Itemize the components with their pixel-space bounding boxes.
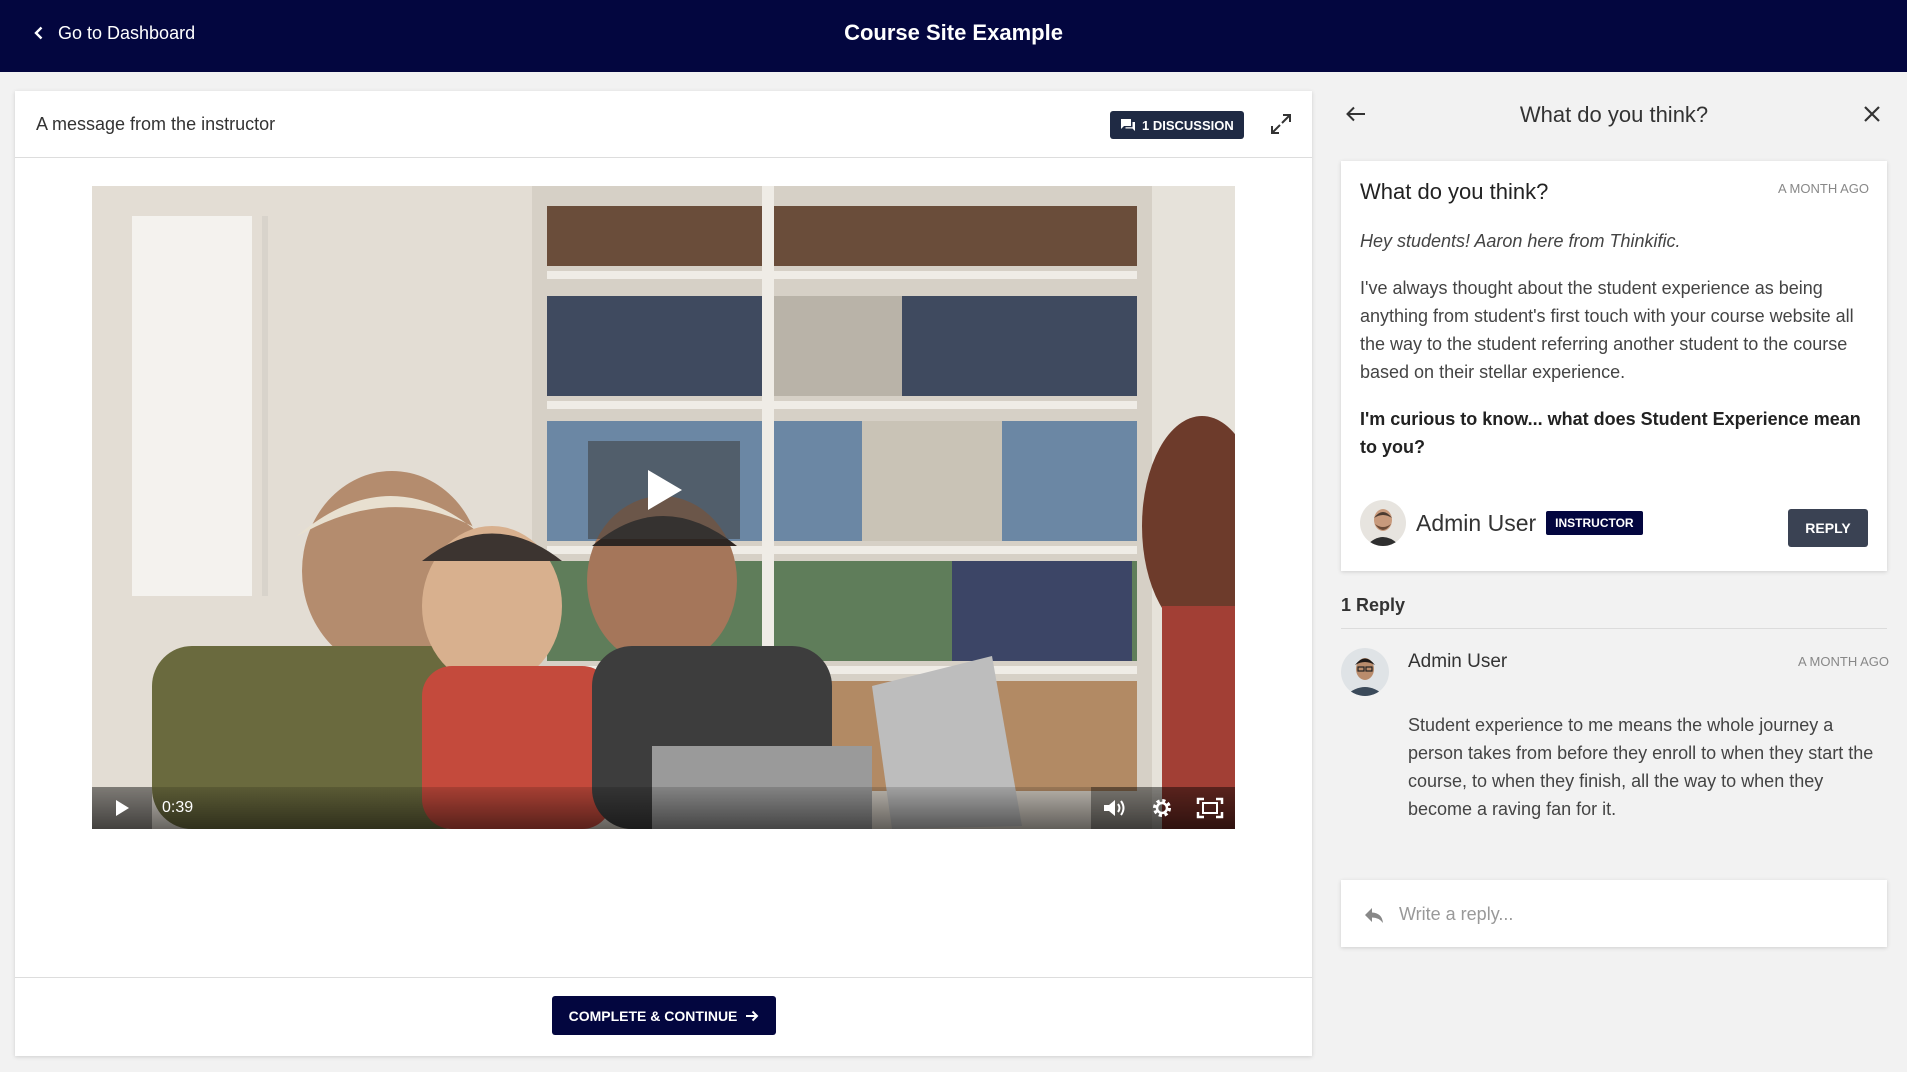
reply-count: 1 Reply [1341,595,1406,615]
reply-item: Admin User A MONTH AGO Student experienc… [1341,645,1889,845]
instructor-badge: INSTRUCTOR [1546,511,1643,535]
avatar [1360,500,1406,546]
video-current-time: 0:39 [162,799,194,816]
post-intro-text: Hey students! Aaron here from Thinkific. [1360,231,1681,251]
video-player[interactable]: 0:39 [92,186,1235,829]
lesson-panel: A message from the instructor 1 DISCUSSI… [15,91,1312,1056]
reply-input[interactable] [1397,892,1861,936]
complete-and-continue-label: COMPLETE & CONTINUE [568,1007,738,1024]
big-play-button[interactable] [588,441,740,539]
reply-arrow-icon [1365,908,1383,923]
site-title: Course Site Example [844,20,1063,45]
discussion-panel-title: What do you think? [1519,102,1709,127]
post-timestamp: A MONTH AGO [1777,181,1869,196]
lesson-footer: COMPLETE & CONTINUE [15,977,1312,1056]
video-controls-bar: 0:39 [92,787,1235,829]
arrow-right-icon [746,1010,759,1021]
reply-author-name: Admin User [1408,651,1508,672]
video-play-button[interactable] [92,787,152,829]
discussion-count-label: 1 DISCUSSION [1142,117,1234,133]
fullscreen-icon[interactable] [1196,797,1224,819]
expand-icon[interactable] [1268,111,1294,137]
post-body: Hey students! Aaron here from Thinkific.… [1360,227,1870,480]
reply-text: Student experience to me means the whole… [1408,715,1874,819]
post-author-name: Admin User [1416,509,1537,536]
lesson-title: A message from the instructor [36,114,276,134]
video-right-controls [1091,787,1235,829]
discussion-post-card: What do you think? A MONTH AGO Hey stude… [1341,161,1887,571]
close-icon[interactable] [1860,102,1884,126]
post-author: Admin User INSTRUCTOR [1360,499,1643,547]
post-title: What do you think? [1360,179,1549,204]
avatar [1341,648,1389,696]
reply-timestamp: A MONTH AGO [1797,654,1889,669]
chat-bubble-icon [1121,119,1135,131]
settings-gear-icon[interactable] [1150,796,1174,820]
post-question-text: I'm curious to know... what does Student… [1360,409,1861,457]
divider [1341,628,1887,629]
complete-and-continue-button[interactable]: COMPLETE & CONTINUE [552,996,776,1035]
volume-icon[interactable] [1102,797,1128,819]
discussion-panel-header: What do you think? [1340,90,1888,140]
top-navigation-bar: Go to Dashboard Course Site Example [0,0,1907,72]
discussion-count-button[interactable]: 1 DISCUSSION [1110,111,1244,139]
reply-button[interactable]: REPLY [1788,509,1868,547]
play-icon [648,470,682,510]
play-icon [116,800,129,816]
reply-input-box [1341,880,1887,947]
lesson-header: A message from the instructor 1 DISCUSSI… [15,91,1312,158]
post-body-text: I've always thought about the student ex… [1360,278,1854,382]
